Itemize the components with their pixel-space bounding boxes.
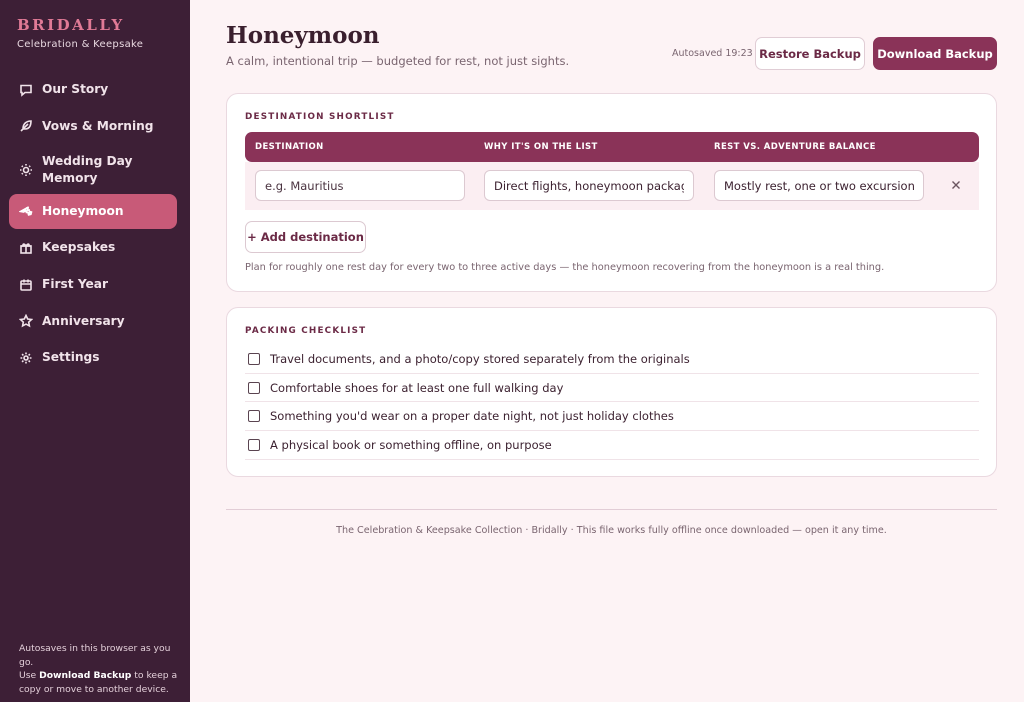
gear-icon (19, 351, 33, 365)
packing-checklist-card: PACKING CHECKLIST Travel documents, and … (226, 307, 997, 477)
sidebar-item-label: First Year (42, 277, 109, 292)
backup-note-prefix: Use (19, 670, 40, 681)
checklist-item-label: Something you'd wear on a proper date ni… (270, 409, 674, 424)
sidebar-item-our-story[interactable]: Our Story (9, 72, 177, 107)
sidebar-item-settings[interactable]: Settings (9, 340, 177, 375)
download-backup-button[interactable]: Download Backup (873, 37, 997, 70)
sidebar-item-vows-morning[interactable]: Vows & Morning (9, 109, 177, 144)
checkbox[interactable] (248, 410, 260, 423)
section-title: DESTINATION SHORTLIST (245, 112, 395, 122)
page-subtitle: A calm, intentional trip — budgeted for … (226, 54, 570, 68)
checkbox[interactable] (248, 438, 260, 451)
sidebar-footer-note: Autosaves in this browser as you go. Use… (19, 642, 179, 696)
destination-shortlist-card: DESTINATION SHORTLIST DESTINATION WHY IT… (226, 93, 997, 292)
brand-name: BRIDALLY (17, 16, 125, 34)
calendar-icon (19, 278, 33, 292)
list-item: Something you'd wear on a proper date ni… (245, 402, 979, 432)
section-title: PACKING CHECKLIST (245, 326, 367, 336)
column-header-why: WHY IT'S ON THE LIST (484, 142, 598, 152)
plane-icon (19, 204, 33, 218)
checkbox[interactable] (248, 381, 260, 394)
sidebar-item-label: Keepsakes (42, 240, 116, 255)
destination-input[interactable] (255, 170, 465, 201)
list-item: Comfortable shoes for at least one full … (245, 374, 979, 403)
sidebar-item-label: Wedding Day Memory (42, 153, 133, 185)
add-destination-button[interactable]: + Add destination (245, 221, 366, 253)
sidebar-item-label: Our Story (42, 82, 109, 96)
checklist-item-label: A physical book or something offline, on… (270, 437, 552, 452)
list-item: A physical book or something offline, on… (245, 431, 979, 460)
feather-icon (19, 119, 33, 133)
checklist: Travel documents, and a photo/copy store… (245, 345, 979, 460)
backup-note-emphasis: Download Backup (39, 670, 132, 681)
rest-day-hint: Plan for roughly one rest day for every … (245, 262, 885, 273)
sidebar-item-label: Vows & Morning (42, 118, 154, 133)
sidebar-item-keepsakes[interactable]: Keepsakes (9, 230, 177, 265)
sidebar-item-label: Anniversary (42, 313, 125, 328)
brand-tagline: Celebration & Keepsake (17, 39, 144, 50)
remove-row-icon[interactable] (949, 177, 963, 191)
sidebar-nav: Our Story Vows & Morning Wedding Day Mem… (9, 72, 177, 377)
restore-backup-button[interactable]: Restore Backup (755, 37, 865, 70)
balance-input[interactable] (714, 170, 924, 201)
table-row (245, 162, 979, 210)
table-header: DESTINATION WHY IT'S ON THE LIST REST VS… (245, 132, 979, 162)
star-icon (19, 314, 33, 328)
sidebar-item-anniversary[interactable]: Anniversary (9, 304, 177, 339)
page-footer: The Celebration & Keepsake Collection · … (336, 525, 887, 536)
autosave-note: Autosaves in this browser as you go. (19, 643, 171, 668)
column-header-destination: DESTINATION (255, 142, 324, 152)
chat-bubble-icon (19, 83, 33, 97)
column-header-balance: REST VS. ADVENTURE BALANCE (714, 142, 876, 152)
sidebar: BRIDALLY Celebration & Keepsake Our Stor… (0, 0, 190, 702)
checklist-item-label: Travel documents, and a photo/copy store… (270, 351, 690, 366)
sidebar-item-first-year[interactable]: First Year (9, 267, 177, 302)
sidebar-item-wedding-day-memory[interactable]: Wedding Day Memory (9, 148, 177, 192)
why-input[interactable] (484, 170, 694, 201)
gift-icon (19, 241, 33, 255)
backup-note: Use Download Backup to keep a copy or mo… (19, 669, 179, 696)
page-title: Honeymoon (226, 22, 380, 49)
footer-divider (226, 509, 997, 510)
checklist-item-label: Comfortable shoes for at least one full … (270, 380, 564, 395)
brand: BRIDALLY Celebration & Keepsake (17, 16, 143, 50)
sidebar-item-label: Honeymoon (42, 203, 124, 218)
autosave-status: Autosaved 19:23 (672, 48, 753, 59)
list-item: Travel documents, and a photo/copy store… (245, 345, 979, 374)
sidebar-item-honeymoon[interactable]: Honeymoon (9, 193, 177, 229)
checkbox[interactable] (248, 352, 260, 365)
main-content: Honeymoon A calm, intentional trip — bud… (190, 0, 1024, 702)
sun-icon (19, 163, 33, 177)
sidebar-item-label: Settings (42, 350, 100, 365)
